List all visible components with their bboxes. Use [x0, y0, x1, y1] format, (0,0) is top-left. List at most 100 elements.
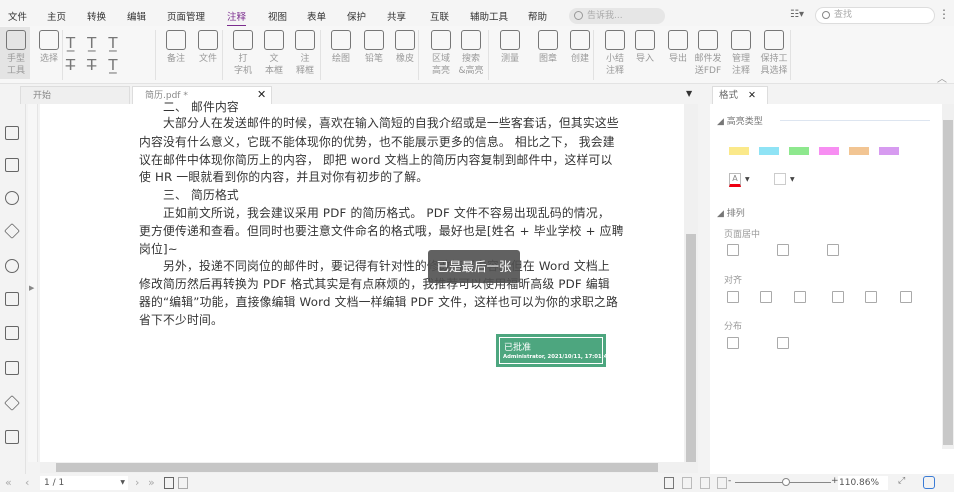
tool-button[interactable]: 导入: [629, 30, 661, 65]
center-vertical-icon[interactable]: [777, 244, 789, 256]
text-markup-tools[interactable]: T̲T̲T̲ T̶T̶T̲: [66, 32, 156, 74]
zoom-out-button[interactable]: -: [728, 476, 731, 486]
single-page-view-icon[interactable]: [664, 477, 674, 489]
search-input[interactable]: 查找: [815, 7, 935, 24]
menu-item[interactable]: 文件: [8, 9, 27, 23]
tool-button[interactable]: 文 本框: [258, 30, 290, 77]
fullscreen-icon[interactable]: ⤢: [898, 476, 905, 486]
tool-button[interactable]: 打 字机: [227, 30, 259, 77]
comments-icon[interactable]: [5, 191, 19, 205]
tool-button[interactable]: 铅笔: [358, 30, 390, 65]
zoom-slider-handle[interactable]: [782, 478, 790, 486]
highlight-color-swatch[interactable]: [819, 147, 839, 155]
chevron-down-icon[interactable]: ▼: [745, 176, 750, 183]
prev-page-icon[interactable]: ‹: [25, 476, 29, 489]
compare-icon[interactable]: [5, 430, 19, 444]
tool-button[interactable]: 搜索 &高亮: [455, 30, 487, 77]
align-bottom-icon[interactable]: [900, 291, 912, 303]
tool-button[interactable]: 测量: [494, 30, 526, 65]
highlight-color-swatch[interactable]: [729, 147, 749, 155]
menu-item[interactable]: 帮助: [528, 9, 547, 23]
tool-button[interactable]: 备注: [160, 30, 192, 65]
more-icon[interactable]: ⋮: [938, 7, 950, 21]
tool-button[interactable]: 文件: [192, 30, 224, 65]
page-number-input[interactable]: 1 / 1 ▼: [40, 476, 128, 490]
tool-button[interactable]: 小结 注释: [599, 30, 631, 77]
text-color-icon[interactable]: A: [729, 173, 741, 187]
view-options-icon[interactable]: ☷▾: [790, 9, 804, 20]
comment-panel-icon[interactable]: [923, 476, 935, 489]
rotate-page-icon[interactable]: [164, 477, 174, 489]
tool-button[interactable]: 导出: [662, 30, 694, 65]
pen-icon[interactable]: [4, 395, 20, 411]
distribute-vertical-icon[interactable]: [727, 337, 739, 349]
tell-me-input[interactable]: 告诉我...: [569, 8, 665, 24]
close-tab-icon[interactable]: ✕: [257, 88, 266, 101]
tool-button[interactable]: 选择: [33, 30, 65, 65]
panel-tab-format[interactable]: 格式 ✕: [712, 86, 768, 104]
h-scroll-thumb[interactable]: [56, 463, 658, 472]
tool-button[interactable]: 橡皮: [389, 30, 421, 65]
menu-item[interactable]: 转换: [87, 9, 106, 23]
extract-page-icon[interactable]: [178, 477, 188, 489]
scroll-thumb[interactable]: [686, 234, 696, 462]
menu-item[interactable]: 视图: [268, 9, 287, 23]
content-icon[interactable]: [5, 361, 19, 375]
highlight-color-swatch[interactable]: [849, 147, 869, 155]
tab-list-dropdown-icon[interactable]: ▼: [686, 89, 692, 98]
layers-icon[interactable]: [4, 223, 20, 239]
tool-button[interactable]: 创建: [564, 30, 596, 65]
menu-item[interactable]: 编辑: [127, 9, 146, 23]
tool-button[interactable]: 区域 高亮: [425, 30, 457, 77]
pages-icon[interactable]: [5, 158, 19, 172]
tool-button[interactable]: 手型 工具: [0, 30, 32, 77]
menu-item[interactable]: 辅助工具: [470, 9, 508, 23]
horizontal-scrollbar[interactable]: [40, 462, 698, 473]
tool-button[interactable]: 管理 注释: [725, 30, 757, 77]
tab-start[interactable]: 开始: [20, 86, 130, 104]
menu-item[interactable]: 表单: [307, 9, 326, 23]
panel-scroll-thumb[interactable]: [943, 120, 953, 445]
menu-item[interactable]: 页面管理: [167, 9, 205, 23]
center-both-icon[interactable]: [827, 244, 839, 256]
security-icon[interactable]: [5, 292, 19, 306]
attachment-icon[interactable]: [5, 259, 19, 273]
tool-button[interactable]: 图章: [532, 30, 564, 65]
first-page-icon[interactable]: «: [5, 476, 12, 489]
align-left-icon[interactable]: [727, 291, 739, 303]
center-horizontal-icon[interactable]: [727, 244, 739, 256]
close-panel-icon[interactable]: ✕: [748, 90, 756, 101]
menu-item[interactable]: 互联: [430, 9, 449, 23]
fill-color-icon[interactable]: [774, 173, 786, 185]
chevron-down-icon[interactable]: ▼: [790, 176, 795, 183]
distribute-horizontal-icon[interactable]: [777, 337, 789, 349]
tool-button[interactable]: 注 释框: [289, 30, 321, 77]
next-page-icon[interactable]: ›: [135, 476, 139, 489]
align-right-icon[interactable]: [794, 291, 806, 303]
bookmark-icon[interactable]: [5, 126, 19, 140]
menu-item[interactable]: 共享: [387, 9, 406, 23]
continuous-view-icon[interactable]: [682, 477, 692, 489]
collapse-ribbon-icon[interactable]: ︿: [937, 70, 947, 85]
tool-button[interactable]: 保持工 具选择: [758, 30, 790, 77]
align-center-icon[interactable]: [760, 291, 772, 303]
highlight-color-swatch[interactable]: [759, 147, 779, 155]
tool-button[interactable]: 邮件发 送FDF: [692, 30, 724, 77]
sidebar-collapse-handle[interactable]: ▶: [28, 104, 38, 462]
highlight-color-swatch[interactable]: [789, 147, 809, 155]
continuous-facing-view-icon[interactable]: [717, 477, 727, 489]
signature-icon[interactable]: [5, 326, 19, 340]
menu-item[interactable]: 注释: [227, 9, 247, 27]
highlight-color-swatch[interactable]: [879, 147, 899, 155]
menu-item[interactable]: 主页: [47, 9, 66, 23]
align-middle-icon[interactable]: [865, 291, 877, 303]
last-page-icon[interactable]: »: [148, 476, 155, 489]
align-top-icon[interactable]: [832, 291, 844, 303]
tool-button[interactable]: 绘图: [325, 30, 357, 65]
panel-scrollbar[interactable]: [942, 104, 954, 449]
approved-stamp[interactable]: 已批准 Administrator, 2021/10/11, 17:01:42: [496, 334, 611, 367]
facing-view-icon[interactable]: [700, 477, 710, 489]
vertical-scrollbar[interactable]: [684, 104, 698, 462]
menu-item[interactable]: 保护: [347, 9, 366, 23]
zoom-level-select[interactable]: 110.86%: [838, 476, 888, 490]
